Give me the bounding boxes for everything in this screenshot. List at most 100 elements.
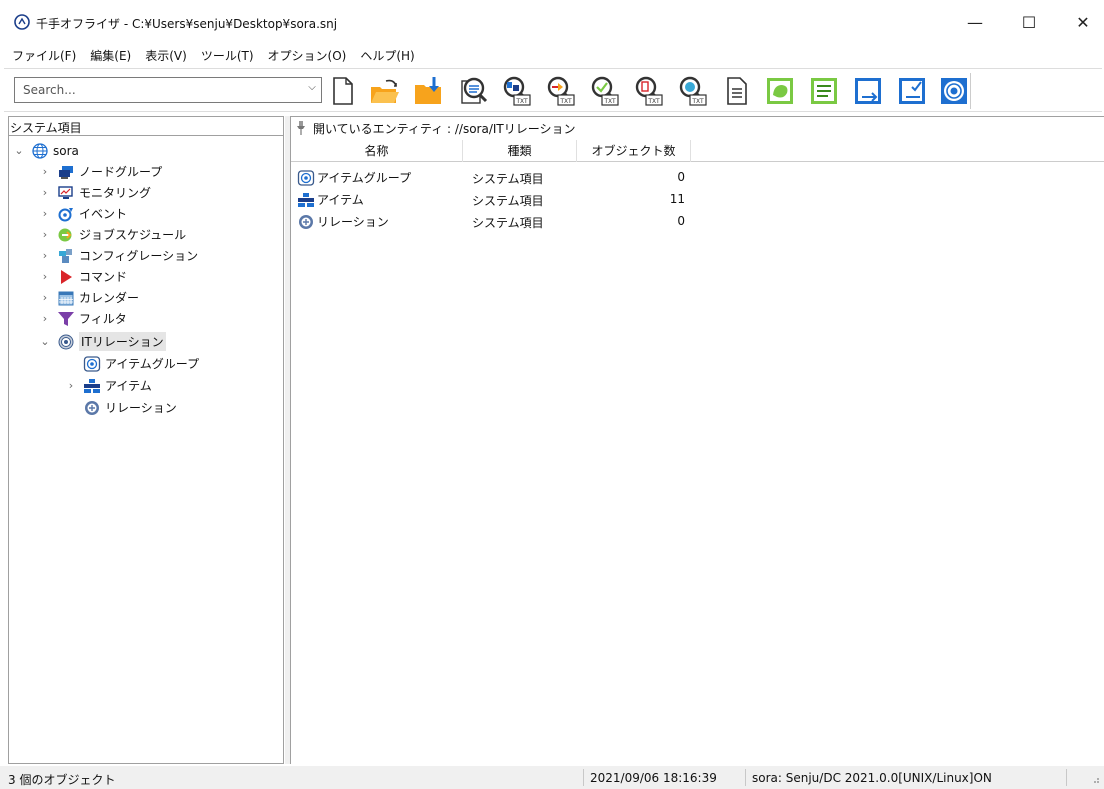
export-txt-button-2[interactable]: TXT — [544, 75, 576, 107]
expand-icon[interactable]: › — [39, 228, 51, 241]
expand-icon[interactable]: › — [39, 312, 51, 325]
svg-text:TXT: TXT — [515, 98, 528, 105]
search-input[interactable] — [15, 78, 303, 102]
tree-label: ジョブスケジュール — [79, 228, 187, 242]
document-button[interactable] — [720, 75, 752, 107]
list-row-item[interactable]: アイテム システム項目 11 — [291, 189, 691, 210]
expand-icon[interactable]: › — [39, 165, 51, 178]
tree-item-item[interactable]: › アイテム — [65, 375, 152, 396]
row-count: 0 — [677, 170, 685, 184]
export-txt-button-3[interactable]: TXT — [588, 75, 620, 107]
green-screen-button-2[interactable] — [808, 75, 840, 107]
tree-label: イベント — [79, 207, 128, 221]
item-icon — [83, 378, 101, 394]
expand-icon[interactable]: › — [65, 379, 77, 392]
column-header-object-count[interactable]: オブジェクト数 — [577, 140, 691, 162]
export-txt-button-1[interactable]: TXT — [500, 75, 532, 107]
tree-item-event[interactable]: › イベント — [39, 203, 127, 224]
search-box: ⌵ — [14, 77, 322, 103]
blue-screen-button-2[interactable] — [896, 75, 928, 107]
close-button[interactable]: ✕ — [1063, 8, 1103, 36]
list-row-relation[interactable]: リレーション システム項目 0 — [291, 211, 691, 232]
expand-icon[interactable]: › — [39, 291, 51, 304]
menu-edit[interactable]: 編集(E) — [90, 47, 131, 64]
column-header-name[interactable]: 名称 — [291, 140, 463, 162]
export-txt-button-4[interactable]: TXT — [632, 75, 664, 107]
expand-icon[interactable]: › — [39, 270, 51, 283]
tree-item-command[interactable]: › コマンド — [39, 266, 127, 287]
menu-help[interactable]: ヘルプ(H) — [360, 47, 414, 64]
tree-item-calendar[interactable]: › カレンダー — [39, 287, 139, 308]
status-connection: sora: Senju/DC 2021.0.0[UNIX/Linux]ON — [752, 771, 992, 785]
blue-check-icon — [899, 78, 925, 104]
tree-item-node-group[interactable]: › ノードグループ — [39, 161, 162, 182]
menu-tools[interactable]: ツール(T) — [201, 47, 254, 64]
status-separator — [1066, 769, 1067, 786]
it-relation-icon — [57, 334, 75, 350]
magnifier-txt-globe-icon: TXT — [679, 76, 707, 106]
tree-label: アイテムグループ — [105, 357, 200, 371]
row-name-cell: アイテム — [297, 191, 364, 208]
maximize-button[interactable]: ☐ — [1009, 8, 1049, 36]
tree-item-it-relation[interactable]: ⌄ ITリレーション — [39, 331, 166, 352]
row-name: アイテムグループ — [317, 171, 412, 185]
collapse-icon[interactable]: ⌄ — [13, 144, 25, 157]
entity-path: 開いているエンティティ : //sora/ITリレーション — [313, 121, 576, 136]
status-bar: 3 個のオブジェクト 2021/09/06 18:16:39 sora: Sen… — [0, 766, 1104, 789]
relation-map-icon — [941, 78, 967, 104]
tree-label: sora — [53, 143, 79, 158]
menu-options[interactable]: オプション(O) — [268, 47, 347, 64]
list-row-item-group[interactable]: アイテムグループ システム項目 0 — [291, 167, 691, 188]
tree-label: フィルタ — [79, 312, 127, 326]
column-header-type[interactable]: 種類 — [463, 140, 577, 162]
tree-label: モニタリング — [79, 186, 152, 200]
document-icon — [727, 77, 747, 105]
menu-file[interactable]: ファイル(F) — [12, 47, 76, 64]
status-object-count: 3 個のオブジェクト — [8, 773, 116, 787]
status-separator — [745, 769, 746, 786]
monitoring-icon — [57, 185, 75, 201]
entity-path-bar: 開いているエンティティ : //sora/ITリレーション — [291, 117, 1104, 139]
search-dropdown-icon[interactable]: ⌵ — [305, 82, 319, 98]
tree-label: ノードグループ — [79, 165, 163, 179]
row-name-cell: リレーション — [297, 213, 389, 230]
magnifier-list-icon — [461, 77, 488, 104]
tree-item-item-group[interactable]: アイテムグループ — [65, 353, 199, 374]
minimize-button[interactable]: — — [955, 8, 995, 36]
toolbar-separator — [970, 73, 971, 109]
app-icon — [14, 14, 30, 30]
entity-list-pane: 開いているエンティティ : //sora/ITリレーション 名称 種類 オブジェ… — [290, 116, 1104, 764]
item-icon — [298, 192, 314, 207]
expand-icon[interactable]: › — [39, 249, 51, 262]
tree-header: システム項目 — [9, 117, 283, 136]
collapse-icon[interactable]: ⌄ — [39, 335, 51, 348]
tree-item-configuration[interactable]: › コンフィグレーション — [39, 245, 198, 266]
green-screen-button-1[interactable] — [764, 75, 796, 107]
toolbar: ⌵ TXT TXT TXT TXT TXT — [4, 68, 1102, 112]
expand-icon[interactable]: › — [39, 207, 51, 220]
export-txt-button-5[interactable]: TXT — [676, 75, 708, 107]
new-file-icon — [333, 77, 353, 105]
svg-text:TXT: TXT — [647, 98, 660, 105]
resize-grip-icon[interactable] — [1090, 774, 1100, 784]
blue-screen-button-1[interactable] — [852, 75, 884, 107]
tree-item-filter[interactable]: › フィルタ — [39, 308, 127, 329]
tree-item-relation[interactable]: リレーション — [65, 397, 177, 418]
command-icon — [57, 269, 75, 285]
title-bar: 千手オフライザ - C:¥Users¥senju¥Desktop¥sora.sn… — [0, 0, 1104, 44]
tree-item-sora[interactable]: ⌄ sora — [13, 140, 79, 161]
tree-item-job-schedule[interactable]: › ジョブスケジュール — [39, 224, 186, 245]
search-entity-button[interactable] — [456, 75, 488, 107]
magnifier-txt-file-icon: TXT — [635, 76, 663, 106]
expand-icon[interactable]: › — [39, 186, 51, 199]
menu-view[interactable]: 表示(V) — [145, 47, 187, 64]
relation-icon — [83, 400, 101, 416]
row-name: リレーション — [317, 215, 389, 229]
relation-map-button[interactable] — [938, 75, 970, 107]
tree-label: カレンダー — [79, 291, 140, 305]
open-folder-button[interactable] — [368, 75, 400, 107]
tree-item-monitoring[interactable]: › モニタリング — [39, 182, 151, 203]
list-header: 名称 種類 オブジェクト数 — [291, 140, 1104, 162]
import-button[interactable] — [412, 75, 444, 107]
new-file-button[interactable] — [326, 75, 358, 107]
